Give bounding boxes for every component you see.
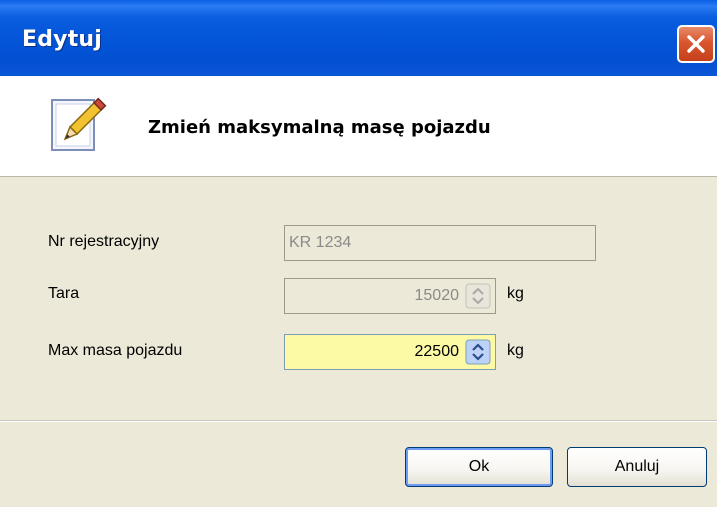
tare-value: 15020 (414, 287, 460, 304)
tare-unit: kg (507, 285, 524, 302)
footer-divider (0, 420, 717, 422)
tare-spinner-icon[interactable] (465, 283, 491, 309)
close-button[interactable] (677, 25, 715, 63)
window-title: Edytuj (22, 27, 103, 52)
max-mass-spinner-icon[interactable] (465, 339, 491, 365)
cancel-button[interactable]: Anuluj (567, 447, 707, 487)
max-mass-label: Max masa pojazdu (48, 342, 183, 359)
max-mass-value: 22500 (414, 343, 460, 360)
header-title: Zmień maksymalną masę pojazdu (148, 117, 491, 138)
title-bar: Edytuj (0, 0, 717, 76)
tare-label: Tara (48, 285, 80, 302)
registration-value: KR 1234 (289, 234, 352, 251)
edit-dialog: Edytuj Zmień maksymalną masę pojazdu Nr … (0, 0, 717, 507)
tare-field[interactable]: 15020 (284, 278, 496, 314)
ok-button[interactable]: Ok (405, 447, 553, 487)
pencil-document-icon (51, 97, 107, 151)
max-mass-input[interactable]: 22500 (284, 334, 496, 370)
registration-field[interactable]: KR 1234 (284, 225, 596, 261)
close-icon (687, 35, 705, 53)
max-mass-unit: kg (507, 342, 524, 359)
registration-label: Nr rejestracyjny (48, 233, 160, 250)
